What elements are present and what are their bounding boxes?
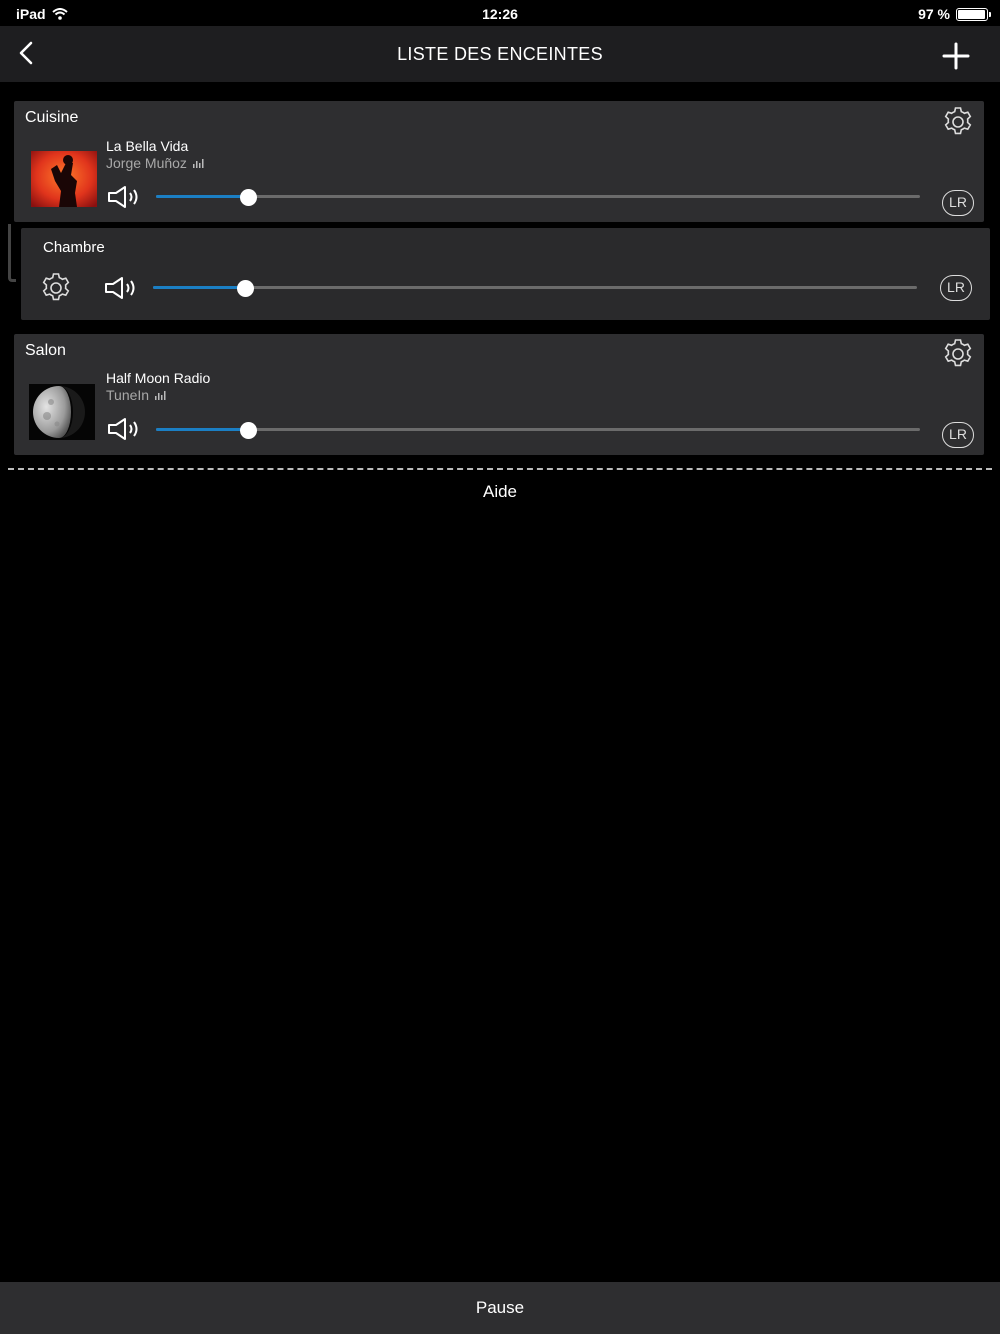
clock: 12:26 bbox=[482, 6, 518, 22]
pause-button[interactable]: Pause bbox=[0, 1282, 1000, 1334]
signal-bars-icon bbox=[192, 159, 204, 168]
track-artist: Jorge Muñoz bbox=[106, 155, 187, 171]
page-title: LISTE DES ENCEINTES bbox=[397, 44, 603, 64]
help-link[interactable]: Aide bbox=[0, 482, 1000, 502]
signal-bars-icon bbox=[155, 391, 166, 400]
status-bar: iPad 12:26 97 % bbox=[0, 0, 1000, 26]
volume-slider[interactable] bbox=[156, 187, 920, 207]
speaker-name: Chambre bbox=[43, 239, 105, 256]
battery-percent: 97 % bbox=[918, 6, 950, 22]
add-speaker-button[interactable] bbox=[938, 38, 974, 74]
track-title: La Bella Vida bbox=[106, 138, 189, 154]
album-art bbox=[31, 151, 97, 207]
gear-icon[interactable] bbox=[38, 270, 74, 306]
channel-button[interactable]: LR bbox=[942, 190, 974, 216]
speaker-card-salon[interactable]: Salon Half Moon Radio TuneIn LR bbox=[14, 334, 984, 455]
volume-fill bbox=[156, 428, 248, 431]
speaker-card-cuisine[interactable]: Cuisine La Bella Vida Jorge Muñoz LR bbox=[14, 101, 984, 222]
channel-button[interactable]: LR bbox=[942, 422, 974, 448]
volume-slider[interactable] bbox=[156, 420, 920, 440]
battery-icon bbox=[956, 7, 991, 21]
gear-icon[interactable] bbox=[940, 336, 976, 372]
track-source: TuneIn bbox=[106, 387, 150, 403]
volume-fill bbox=[156, 195, 248, 198]
speaker-name: Salon bbox=[25, 342, 66, 359]
channel-button[interactable]: LR bbox=[940, 275, 972, 301]
album-art bbox=[29, 384, 95, 440]
drag-handle[interactable] bbox=[8, 224, 16, 282]
volume-thumb[interactable] bbox=[239, 189, 257, 206]
volume-thumb[interactable] bbox=[236, 280, 254, 297]
volume-thumb[interactable] bbox=[239, 422, 257, 439]
speaker-card-chambre[interactable]: Chambre LR bbox=[21, 228, 990, 320]
speaker-volume-icon[interactable] bbox=[104, 276, 140, 300]
nav-bar: LISTE DES ENCEINTES bbox=[0, 26, 1000, 82]
gear-icon[interactable] bbox=[940, 104, 976, 140]
volume-fill bbox=[153, 286, 245, 289]
speaker-name: Cuisine bbox=[25, 109, 79, 126]
speaker-volume-icon[interactable] bbox=[107, 185, 143, 209]
volume-slider[interactable] bbox=[153, 278, 917, 298]
divider bbox=[8, 468, 992, 470]
track-title: Half Moon Radio bbox=[106, 370, 211, 386]
speaker-volume-icon[interactable] bbox=[107, 417, 143, 441]
